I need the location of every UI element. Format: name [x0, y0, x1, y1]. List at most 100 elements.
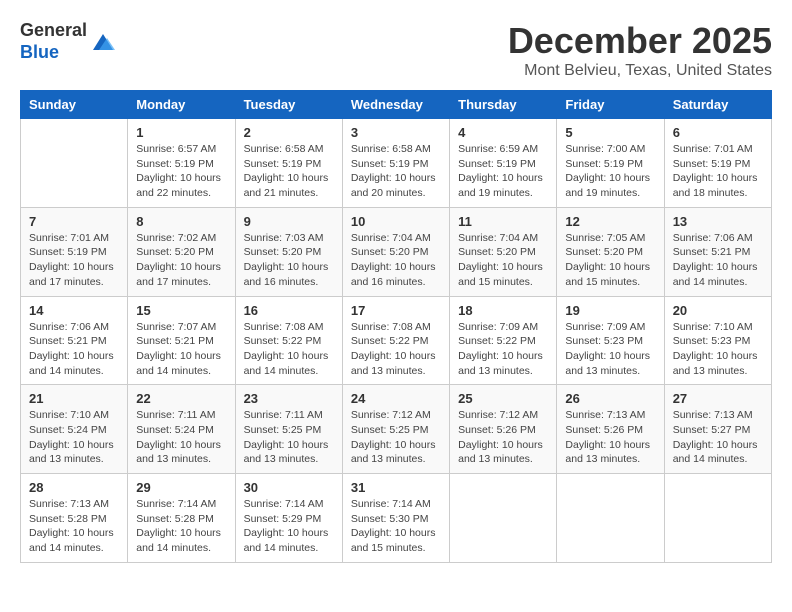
day-info: Sunrise: 7:14 AM Sunset: 5:28 PM Dayligh… — [136, 497, 226, 556]
day-info: Sunrise: 7:09 AM Sunset: 5:23 PM Dayligh… — [565, 320, 655, 379]
weekday-header-monday: Monday — [128, 91, 235, 119]
day-info: Sunrise: 7:05 AM Sunset: 5:20 PM Dayligh… — [565, 231, 655, 290]
calendar-cell: 20 Sunrise: 7:10 AM Sunset: 5:23 PM Dayli… — [664, 296, 771, 385]
title-section: December 2025 Mont Belvieu, Texas, Unite… — [508, 20, 772, 80]
calendar-cell: 4Sunrise: 6:59 AM Sunset: 5:19 PM Daylig… — [450, 119, 557, 208]
day-number: 13 — [673, 214, 763, 229]
day-number: 11 — [458, 214, 548, 229]
day-info: Sunrise: 7:07 AM Sunset: 5:21 PM Dayligh… — [136, 320, 226, 379]
calendar-cell — [450, 474, 557, 563]
calendar-cell: 6 Sunrise: 7:01 AM Sunset: 5:19 PM Daylig… — [664, 119, 771, 208]
day-number: 2 — [244, 125, 334, 140]
day-number: 6 — [673, 125, 763, 140]
calendar-cell: 7 Sunrise: 7:01 AM Sunset: 5:19 PM Daylig… — [21, 207, 128, 296]
day-number: 1 — [136, 125, 226, 140]
day-info: Sunrise: 7:12 AM Sunset: 5:25 PM Dayligh… — [351, 408, 441, 467]
day-number: 19 — [565, 303, 655, 318]
day-number: 9 — [244, 214, 334, 229]
day-info: Sunrise: 7:11 AM Sunset: 5:25 PM Dayligh… — [244, 408, 334, 467]
day-info: Sunrise: 7:02 AM Sunset: 5:20 PM Dayligh… — [136, 231, 226, 290]
calendar-week-row: 21Sunrise: 7:10 AM Sunset: 5:24 PM Dayli… — [21, 385, 772, 474]
calendar-cell — [664, 474, 771, 563]
location-title: Mont Belvieu, Texas, United States — [508, 62, 772, 80]
calendar-table: SundayMondayTuesdayWednesdayThursdayFrid… — [20, 90, 772, 563]
weekday-header-row: SundayMondayTuesdayWednesdayThursdayFrid… — [21, 91, 772, 119]
day-number: 20 — [673, 303, 763, 318]
day-number: 18 — [458, 303, 548, 318]
weekday-header-sunday: Sunday — [21, 91, 128, 119]
calendar-cell: 25 Sunrise: 7:12 AM Sunset: 5:26 PM Dayli… — [450, 385, 557, 474]
calendar-cell: 19 Sunrise: 7:09 AM Sunset: 5:23 PM Dayli… — [557, 296, 664, 385]
day-info: Sunrise: 6:59 AM Sunset: 5:19 PM Dayligh… — [458, 142, 548, 201]
day-info: Sunrise: 7:01 AM Sunset: 5:19 PM Dayligh… — [29, 231, 119, 290]
calendar-cell: 27 Sunrise: 7:13 AM Sunset: 5:27 PM Dayli… — [664, 385, 771, 474]
day-info: Sunrise: 7:13 AM Sunset: 5:28 PM Dayligh… — [29, 497, 119, 556]
day-number: 5 — [565, 125, 655, 140]
day-info: Sunrise: 7:13 AM Sunset: 5:27 PM Dayligh… — [673, 408, 763, 467]
page-header: General Blue December 2025 Mont Belvieu,… — [20, 20, 772, 80]
weekday-header-friday: Friday — [557, 91, 664, 119]
calendar-cell: 22 Sunrise: 7:11 AM Sunset: 5:24 PM Dayli… — [128, 385, 235, 474]
calendar-cell: 3Sunrise: 6:58 AM Sunset: 5:19 PM Daylig… — [342, 119, 449, 208]
day-info: Sunrise: 7:11 AM Sunset: 5:24 PM Dayligh… — [136, 408, 226, 467]
day-info: Sunrise: 7:01 AM Sunset: 5:19 PM Dayligh… — [673, 142, 763, 201]
calendar-cell: 17Sunrise: 7:08 AM Sunset: 5:22 PM Dayli… — [342, 296, 449, 385]
logo-icon — [89, 28, 117, 56]
day-info: Sunrise: 7:06 AM Sunset: 5:21 PM Dayligh… — [29, 320, 119, 379]
month-title: December 2025 — [508, 20, 772, 62]
calendar-week-row: 1 Sunrise: 6:57 AM Sunset: 5:19 PM Daylig… — [21, 119, 772, 208]
day-number: 12 — [565, 214, 655, 229]
day-info: Sunrise: 7:13 AM Sunset: 5:26 PM Dayligh… — [565, 408, 655, 467]
calendar-cell: 28Sunrise: 7:13 AM Sunset: 5:28 PM Dayli… — [21, 474, 128, 563]
day-number: 3 — [351, 125, 441, 140]
calendar-cell: 23 Sunrise: 7:11 AM Sunset: 5:25 PM Dayli… — [235, 385, 342, 474]
calendar-cell: 29 Sunrise: 7:14 AM Sunset: 5:28 PM Dayli… — [128, 474, 235, 563]
calendar-cell: 26 Sunrise: 7:13 AM Sunset: 5:26 PM Dayli… — [557, 385, 664, 474]
day-number: 7 — [29, 214, 119, 229]
calendar-cell: 8 Sunrise: 7:02 AM Sunset: 5:20 PM Daylig… — [128, 207, 235, 296]
day-info: Sunrise: 7:09 AM Sunset: 5:22 PM Dayligh… — [458, 320, 548, 379]
day-info: Sunrise: 7:00 AM Sunset: 5:19 PM Dayligh… — [565, 142, 655, 201]
day-info: Sunrise: 6:57 AM Sunset: 5:19 PM Dayligh… — [136, 142, 226, 201]
day-number: 24 — [351, 391, 441, 406]
day-info: Sunrise: 7:04 AM Sunset: 5:20 PM Dayligh… — [351, 231, 441, 290]
day-info: Sunrise: 7:06 AM Sunset: 5:21 PM Dayligh… — [673, 231, 763, 290]
logo-blue-text: Blue — [20, 42, 59, 62]
day-number: 21 — [29, 391, 119, 406]
calendar-cell: 21Sunrise: 7:10 AM Sunset: 5:24 PM Dayli… — [21, 385, 128, 474]
day-number: 30 — [244, 480, 334, 495]
calendar-cell: 30 Sunrise: 7:14 AM Sunset: 5:29 PM Dayli… — [235, 474, 342, 563]
calendar-cell: 10Sunrise: 7:04 AM Sunset: 5:20 PM Dayli… — [342, 207, 449, 296]
day-info: Sunrise: 7:03 AM Sunset: 5:20 PM Dayligh… — [244, 231, 334, 290]
day-info: Sunrise: 6:58 AM Sunset: 5:19 PM Dayligh… — [244, 142, 334, 201]
day-info: Sunrise: 7:14 AM Sunset: 5:29 PM Dayligh… — [244, 497, 334, 556]
day-number: 14 — [29, 303, 119, 318]
calendar-cell: 13 Sunrise: 7:06 AM Sunset: 5:21 PM Dayli… — [664, 207, 771, 296]
weekday-header-saturday: Saturday — [664, 91, 771, 119]
day-number: 22 — [136, 391, 226, 406]
weekday-header-wednesday: Wednesday — [342, 91, 449, 119]
day-info: Sunrise: 7:14 AM Sunset: 5:30 PM Dayligh… — [351, 497, 441, 556]
calendar-cell: 14 Sunrise: 7:06 AM Sunset: 5:21 PM Dayli… — [21, 296, 128, 385]
calendar-cell — [21, 119, 128, 208]
day-number: 23 — [244, 391, 334, 406]
logo-general-text: General — [20, 20, 87, 40]
calendar-cell: 1 Sunrise: 6:57 AM Sunset: 5:19 PM Daylig… — [128, 119, 235, 208]
calendar-week-row: 7 Sunrise: 7:01 AM Sunset: 5:19 PM Daylig… — [21, 207, 772, 296]
day-info: Sunrise: 7:10 AM Sunset: 5:23 PM Dayligh… — [673, 320, 763, 379]
day-number: 29 — [136, 480, 226, 495]
calendar-cell: 12 Sunrise: 7:05 AM Sunset: 5:20 PM Dayli… — [557, 207, 664, 296]
weekday-header-thursday: Thursday — [450, 91, 557, 119]
day-number: 17 — [351, 303, 441, 318]
day-number: 15 — [136, 303, 226, 318]
day-number: 31 — [351, 480, 441, 495]
day-info: Sunrise: 7:12 AM Sunset: 5:26 PM Dayligh… — [458, 408, 548, 467]
day-info: Sunrise: 7:08 AM Sunset: 5:22 PM Dayligh… — [244, 320, 334, 379]
day-number: 25 — [458, 391, 548, 406]
calendar-cell: 15 Sunrise: 7:07 AM Sunset: 5:21 PM Dayli… — [128, 296, 235, 385]
day-info: Sunrise: 7:04 AM Sunset: 5:20 PM Dayligh… — [458, 231, 548, 290]
day-number: 26 — [565, 391, 655, 406]
day-number: 8 — [136, 214, 226, 229]
day-number: 27 — [673, 391, 763, 406]
day-number: 16 — [244, 303, 334, 318]
